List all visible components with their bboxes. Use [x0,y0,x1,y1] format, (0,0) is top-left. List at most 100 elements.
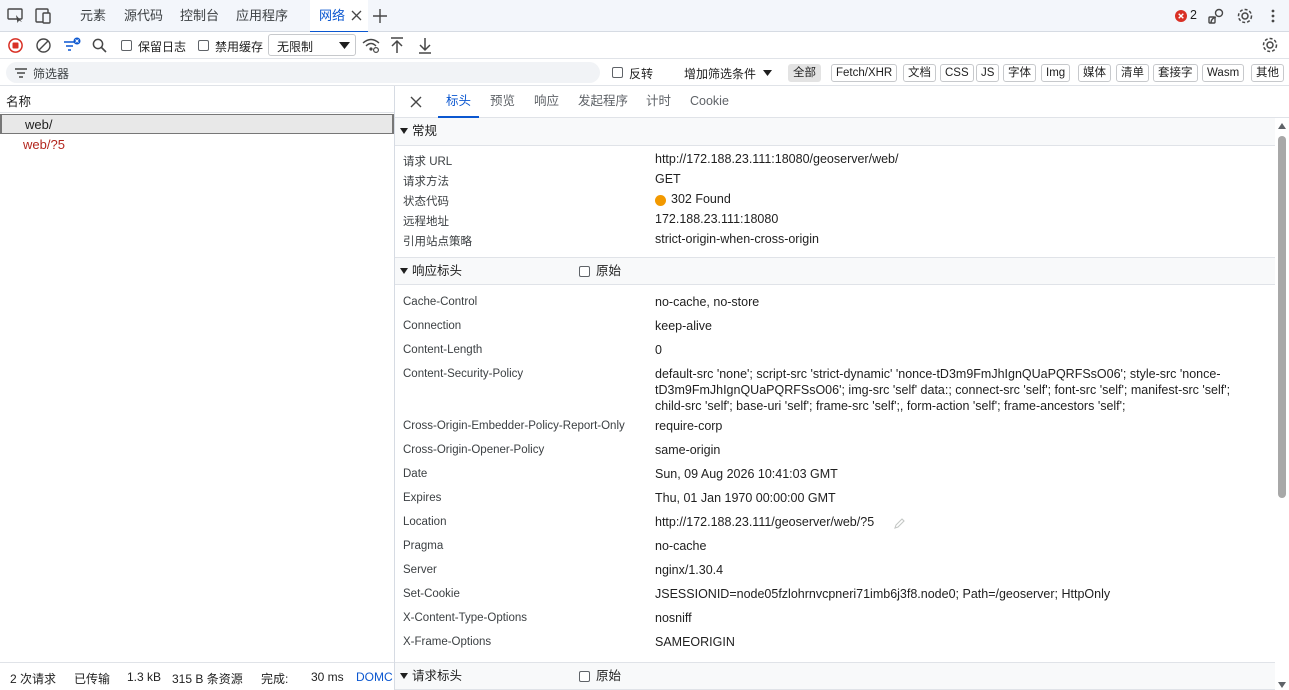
disable-cache-label: 禁用缓存 [215,40,264,54]
tab-preview[interactable]: 预览 [490,86,515,117]
clear-icon[interactable] [36,38,51,53]
filter-chip-other[interactable]: 其他 [1251,64,1284,82]
header-key: Location [403,516,447,528]
invert-label: 反转 [629,67,654,81]
header-key: Content-Length [403,344,483,356]
status-dot-icon [655,195,666,206]
expand-triangle-icon [400,268,408,274]
expand-triangle-icon [400,128,408,134]
request-row-web-5[interactable]: web/?5 [0,135,394,155]
general-value: strict-origin-when-cross-origin [655,232,819,246]
filter-chip-manifest[interactable]: 清单 [1116,64,1149,82]
customize-icon[interactable] [1208,8,1226,24]
throttling-select[interactable]: 无限制 [268,34,356,56]
stop-recording-icon[interactable] [8,38,23,53]
tab-cookies[interactable]: Cookie [690,86,729,117]
header-key: Content-Security-Policy [403,368,524,380]
import-har-icon[interactable] [390,37,404,54]
section-request-headers-header[interactable]: 请求标头 原始 [395,662,1275,690]
settings-gear-icon[interactable] [1236,7,1254,25]
header-key: X-Frame-Options [403,636,492,648]
network-settings-gear-icon[interactable] [1261,36,1279,54]
preserve-log-label: 保留日志 [138,40,187,54]
expand-triangle-icon [400,673,408,679]
request-list-header[interactable]: 名称 [0,86,394,113]
add-tab-icon[interactable] [373,9,387,23]
edit-pencil-icon[interactable] [893,517,906,530]
search-icon[interactable] [92,38,107,53]
filter-chip-all[interactable]: 全部 [788,64,821,82]
request-list: 名称 web/ web/?5 2 次请求 已传输 1.3 kB 315 B 条资… [0,86,395,690]
filter-input[interactable]: 筛选器 [6,62,600,83]
domcontentloaded-time: DOMC [356,670,393,684]
scroll-up-arrow-icon[interactable] [1278,123,1286,129]
filter-chip-fetch-xhr[interactable]: Fetch/XHR [831,64,898,82]
close-details-icon[interactable] [410,96,422,108]
general-key: 请求方法 [403,176,449,188]
filter-placeholder: 筛选器 [33,67,70,81]
filter-chip-socket[interactable]: 套接字 [1153,64,1198,82]
tab-console[interactable]: 控制台 [180,0,219,32]
section-title: 请求标头 [412,669,463,683]
section-response-headers-header[interactable]: 响应标头 原始 [395,257,1275,285]
tab-initiator[interactable]: 发起程序 [578,86,628,117]
general-value: 302 Found [671,192,731,206]
network-summary-bar: 2 次请求 已传输 1.3 kB 315 B 条资源 完成: 30 ms DOM… [0,662,394,690]
error-count[interactable]: 2 [1190,8,1197,22]
network-conditions-icon[interactable] [362,38,380,53]
general-key: 状态代码 [403,196,449,208]
transferred-size: 1.3 kB [127,670,162,684]
raw-checkbox[interactable] [579,671,590,682]
general-key: 引用站点策略 [403,236,472,248]
tab-headers[interactable]: 标头 [437,86,480,118]
section-general-header[interactable]: 常规 [395,118,1275,146]
tab-elements[interactable]: 元素 [80,0,106,32]
invert-checkbox[interactable] [612,67,623,78]
error-icon[interactable] [1175,10,1187,22]
filter-chip-wasm[interactable]: Wasm [1202,64,1245,82]
raw-label: 原始 [596,264,622,278]
more-options-icon[interactable] [1270,8,1276,24]
disable-cache-checkbox[interactable] [198,40,209,51]
filter-chip-font[interactable]: 字体 [1003,64,1036,82]
tab-sources[interactable]: 源代码 [124,0,163,32]
details-tab-bar: 标头 预览 响应 发起程序 计时 Cookie [395,86,1289,118]
filter-chip-img[interactable]: Img [1041,64,1071,82]
general-key: 请求 URL [403,156,453,168]
more-filters-chevron-icon[interactable] [763,70,772,76]
filter-bar: 筛选器 反转 增加筛选条件 全部 Fetch/XHR 文档 CSS JS 字体 … [0,59,1289,86]
tab-application[interactable]: 应用程序 [236,0,288,32]
filter-chip-css[interactable]: CSS [940,64,974,82]
header-value[interactable]: http://172.188.23.111/geoserver/web/?5 [655,515,874,529]
request-name: web/ [25,117,53,132]
header-value: SAMEORIGIN [655,635,735,649]
scroll-down-arrow-icon[interactable] [1278,682,1286,688]
header-value: keep-alive [655,319,712,333]
scrollbar-thumb[interactable] [1278,136,1286,498]
general-value: 172.188.23.111:18080 [655,212,779,226]
preserve-log-checkbox[interactable] [121,40,132,51]
tab-response[interactable]: 响应 [534,86,559,117]
device-toolbar-icon[interactable] [35,8,53,24]
filter-chip-doc[interactable]: 文档 [903,64,936,82]
tab-timing[interactable]: 计时 [646,86,671,117]
close-tab-icon[interactable] [351,10,362,21]
export-har-icon[interactable] [418,37,432,54]
inspect-element-icon[interactable] [7,8,25,24]
tab-network-label: 网络 [319,8,346,23]
filter-chip-media[interactable]: 媒体 [1078,64,1111,82]
header-key: Cache-Control [403,296,478,308]
throttling-value: 无限制 [277,40,314,54]
details-scrollbar[interactable] [1275,122,1289,690]
header-value: no-cache [655,539,707,553]
request-row-web[interactable]: web/ [0,114,394,134]
more-filters-dropdown[interactable]: 增加筛选条件 [684,65,756,82]
raw-checkbox[interactable] [579,266,590,277]
resources-size: 315 B 条资源 [172,672,243,686]
general-value: GET [655,172,681,186]
header-key: Pragma [403,540,444,552]
name-column-header[interactable]: 名称 [6,91,31,110]
filter-chip-js[interactable]: JS [976,64,1000,82]
header-key: Connection [403,320,462,332]
filter-toggle-icon[interactable] [63,37,81,53]
